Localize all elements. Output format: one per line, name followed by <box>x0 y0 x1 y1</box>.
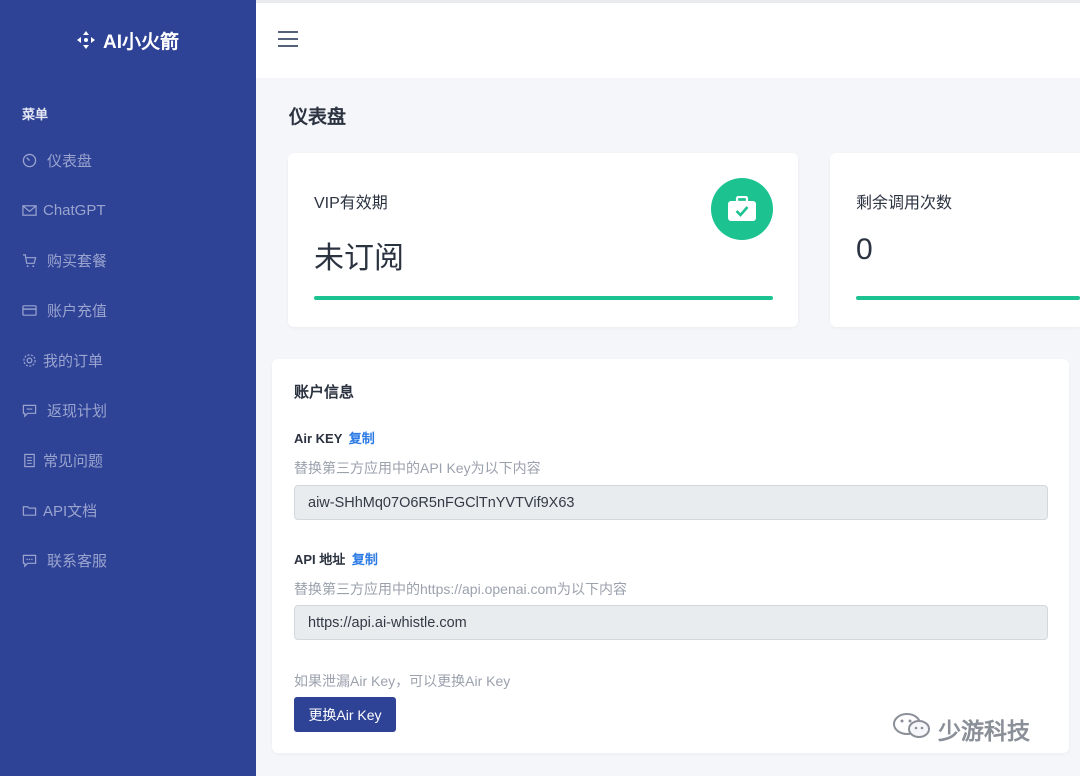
sidebar-item-api-docs[interactable]: API文档 <box>0 485 256 535</box>
envelope-icon <box>22 203 37 218</box>
stat-progress-bar <box>314 296 773 300</box>
sidebar-item-orders[interactable]: 我的订单 <box>0 335 256 385</box>
sidebar-item-label: 账户充值 <box>47 302 108 320</box>
move-arrows-icon <box>76 31 95 49</box>
copy-key-link[interactable]: 复制 <box>349 431 375 446</box>
sidebar-item-chatgpt[interactable]: ChatGPT <box>0 185 256 235</box>
folder-icon <box>22 503 37 518</box>
air-key-field[interactable] <box>294 485 1048 520</box>
gear-icon <box>22 353 37 368</box>
api-url-field[interactable] <box>294 605 1048 640</box>
copy-url-link[interactable]: 复制 <box>352 552 378 567</box>
stat-label: VIP有效期 <box>314 195 388 212</box>
stat-value: 未订阅 <box>314 242 404 275</box>
watermark: 少游科技 <box>892 711 1030 747</box>
leak-hint: 如果泄漏Air Key，可以更换Air Key <box>294 673 511 689</box>
topbar <box>256 0 1080 78</box>
sidebar-item-support[interactable]: 联系客服 <box>0 535 256 585</box>
sidebar-item-label: 我的订单 <box>43 352 104 370</box>
sidebar-item-label: 返现计划 <box>47 402 108 420</box>
briefcase-check-icon <box>711 178 773 240</box>
account-info-card: 账户信息 Air KEY 复制 替换第三方应用中的API Key为以下内容 AP… <box>272 359 1069 753</box>
wechat-icon <box>892 711 932 747</box>
api-url-hint: 替换第三方应用中的https://api.openai.com为以下内容 <box>294 581 627 597</box>
watermark-text: 少游科技 <box>938 718 1030 744</box>
sidebar-item-recharge[interactable]: 账户充值 <box>0 285 256 335</box>
sidebar-item-label: ChatGPT <box>43 201 106 219</box>
chat-icon <box>22 553 37 568</box>
sidebar-item-label: API文档 <box>43 502 98 520</box>
brand-name: AI小火箭 <box>102 31 179 53</box>
cart-icon <box>22 253 37 268</box>
stat-label: 剩余调用次数 <box>856 195 953 212</box>
brand[interactable]: AI小火箭 <box>0 0 256 80</box>
air-key-label: Air KEY 复制 <box>294 431 375 446</box>
sidebar: AI小火箭 菜单 仪表盘 ChatGPT 购买套餐 账户充值 我的订单 返现计划… <box>0 0 256 776</box>
sidebar-item-label: 购买套餐 <box>47 252 108 270</box>
dashboard-icon <box>22 153 37 168</box>
sidebar-item-buy-plan[interactable]: 购买套餐 <box>0 235 256 285</box>
sidebar-item-label: 仪表盘 <box>47 152 93 170</box>
sidebar-item-dashboard[interactable]: 仪表盘 <box>0 135 256 185</box>
stat-card-remaining-calls: 剩余调用次数 0 <box>830 153 1080 327</box>
sidebar-item-label: 联系客服 <box>47 552 108 570</box>
sidebar-item-label: 常见问题 <box>43 452 104 470</box>
document-icon <box>22 453 37 468</box>
change-air-key-button[interactable]: 更换Air Key <box>294 697 396 732</box>
sidebar-item-faq[interactable]: 常见问题 <box>0 435 256 485</box>
comment-icon <box>22 403 37 418</box>
hamburger-icon[interactable] <box>278 31 298 47</box>
credit-card-icon <box>22 303 37 318</box>
stat-card-vip: VIP有效期 未订阅 <box>288 153 798 327</box>
sidebar-item-cashback[interactable]: 返现计划 <box>0 385 256 435</box>
section-title: 账户信息 <box>294 384 355 401</box>
stat-progress-bar <box>856 296 1080 300</box>
api-url-label: API 地址 复制 <box>294 552 378 567</box>
menu-heading: 菜单 <box>22 107 49 122</box>
stat-value: 0 <box>856 233 873 266</box>
air-key-hint: 替换第三方应用中的API Key为以下内容 <box>294 460 541 476</box>
page-title: 仪表盘 <box>289 107 347 128</box>
